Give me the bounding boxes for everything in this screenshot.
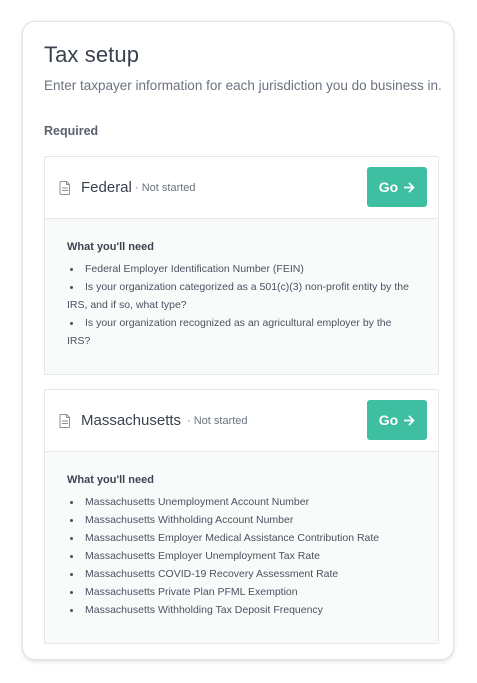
needs-title: What you'll need <box>67 474 154 486</box>
card-title: Federal <box>81 179 132 196</box>
status-text: · Not started <box>187 415 248 427</box>
go-button-label: Go <box>378 179 399 195</box>
requirements-list: Massachusetts Unemployment Account Numbe… <box>67 493 416 619</box>
jurisdiction-card-massachusetts: Massachusetts · Not started Go What you'… <box>44 389 439 644</box>
list-item: Federal Employer Identification Number (… <box>67 260 416 278</box>
page-subtitle: Enter taxpayer information for each juri… <box>44 78 442 93</box>
card-header: Massachusetts · Not started Go <box>45 390 438 452</box>
document-icon <box>59 414 70 428</box>
list-item: Is your organization recognized as an ag… <box>67 314 416 350</box>
tax-setup-panel: Tax setup Enter taxpayer information for… <box>22 21 454 660</box>
list-item: Is your organization categorized as a 50… <box>67 278 416 314</box>
status-text: · Not started <box>135 182 196 194</box>
list-item: Massachusetts Withholding Account Number <box>67 511 416 529</box>
needs-title: What you'll need <box>67 241 154 253</box>
arrow-right-icon <box>404 182 415 192</box>
list-item: Massachusetts Private Plan PFML Exemptio… <box>67 583 416 601</box>
card-header: Federal · Not started Go <box>45 157 438 219</box>
card-body: What you'll need Massachusetts Unemploym… <box>45 452 438 643</box>
jurisdiction-card-federal: Federal · Not started Go What you'll nee… <box>44 156 439 375</box>
go-button-label: Go <box>378 412 399 428</box>
card-body: What you'll need Federal Employer Identi… <box>45 219 438 374</box>
page-title: Tax setup <box>44 42 140 67</box>
document-icon <box>59 181 70 195</box>
list-item: Massachusetts Withholding Tax Deposit Fr… <box>67 601 416 619</box>
go-button-massachusetts[interactable]: Go <box>367 400 427 440</box>
list-item: Massachusetts Employer Unemployment Tax … <box>67 547 416 565</box>
card-title: Massachusetts <box>81 412 182 429</box>
list-item: Massachusetts COVID-19 Recovery Assessme… <box>67 565 416 583</box>
list-item: Massachusetts Employer Medical Assistanc… <box>67 529 416 547</box>
go-button-federal[interactable]: Go <box>367 167 427 207</box>
section-label-required: Required <box>44 124 99 138</box>
list-item: Massachusetts Unemployment Account Numbe… <box>67 493 416 511</box>
arrow-right-icon <box>404 415 415 425</box>
requirements-list: Federal Employer Identification Number (… <box>67 260 416 350</box>
